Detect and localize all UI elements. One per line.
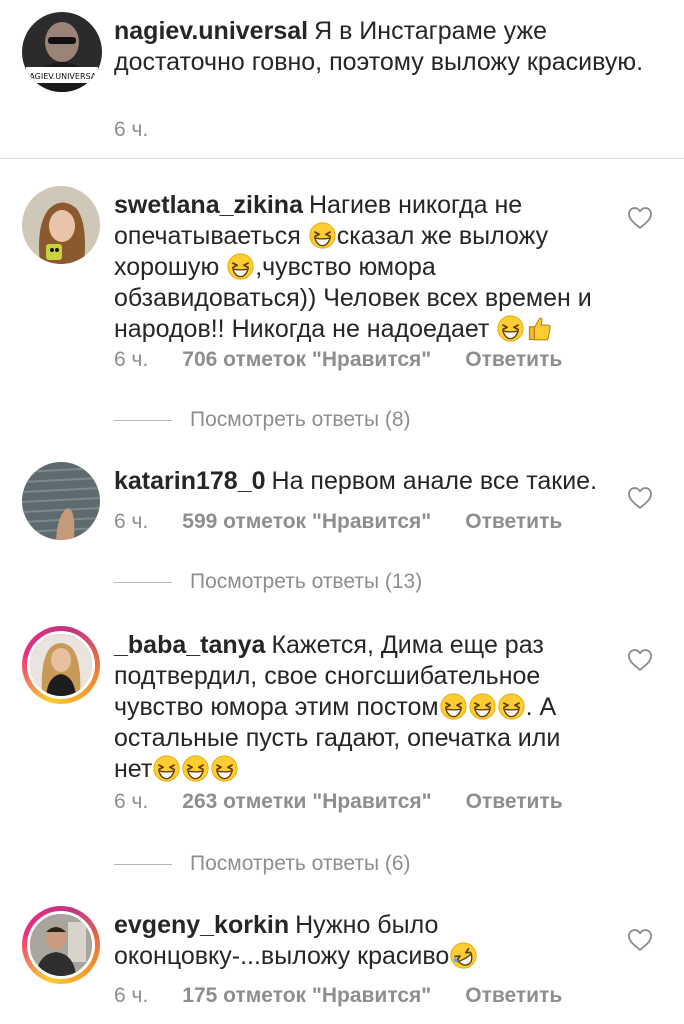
heart-outline-icon[interactable] xyxy=(626,204,654,232)
avatar-image xyxy=(22,462,100,540)
view-replies[interactable]: Посмотреть ответы (13) xyxy=(114,570,422,594)
heart-outline-icon[interactable] xyxy=(626,484,654,512)
view-replies-label: Посмотреть ответы (8) xyxy=(190,408,411,431)
username[interactable]: nagiev.universal xyxy=(114,17,308,45)
comment-text: evgeny_korkin Нужно было оконцовку-...выл… xyxy=(114,910,604,972)
comment-text: _baba_tanya Кажется, Дима еще раз подтвер… xyxy=(114,630,604,785)
caption-meta: 6 ч. xyxy=(114,118,182,142)
avatar-image: NAGIEV.UNIVERSAL xyxy=(22,12,102,92)
reply-button[interactable]: Ответить xyxy=(465,510,562,533)
timestamp: 6 ч. xyxy=(114,118,149,141)
avatar[interactable] xyxy=(22,186,100,264)
grinning-squinting-face-emoji xyxy=(153,755,180,782)
avatar-inner xyxy=(27,911,95,979)
view-replies-label: Посмотреть ответы (6) xyxy=(190,852,411,875)
reply-button[interactable]: Ответить xyxy=(466,790,563,813)
comment-meta: 6 ч. 599 отметок "Нравится" Ответить xyxy=(114,510,562,534)
grinning-squinting-face-emoji xyxy=(440,693,467,720)
avatar[interactable] xyxy=(22,462,100,540)
replies-line xyxy=(114,419,172,421)
username[interactable]: _baba_tanya xyxy=(114,631,265,659)
timestamp: 6 ч. xyxy=(114,790,149,813)
grinning-squinting-face-emoji xyxy=(497,315,524,342)
reply-button[interactable]: Ответить xyxy=(465,348,562,371)
comment-meta: 6 ч. 706 отметок "Нравится" Ответить xyxy=(114,348,562,372)
reply-button[interactable]: Ответить xyxy=(465,984,562,1007)
timestamp: 6 ч. xyxy=(114,984,149,1007)
avatar[interactable] xyxy=(22,626,100,704)
likes-count[interactable]: 263 отметки "Нравится" xyxy=(182,790,431,813)
likes-count[interactable]: 599 отметок "Нравится" xyxy=(182,510,431,533)
username[interactable]: swetlana_zikina xyxy=(114,191,303,219)
caption-text: nagiev.universal Я в Инстаграме уже доста… xyxy=(114,16,654,78)
avatar-inner xyxy=(27,631,95,699)
avatar-label: NAGIEV.UNIVERSAL xyxy=(23,72,101,81)
replies-line xyxy=(114,863,172,865)
avatar-image xyxy=(30,914,92,976)
heart-outline-icon[interactable] xyxy=(626,926,654,954)
view-replies-label: Посмотреть ответы (13) xyxy=(190,570,423,593)
username[interactable]: evgeny_korkin xyxy=(114,911,289,939)
rolling-on-floor-laughing-emoji xyxy=(450,942,477,969)
username[interactable]: katarin178_0 xyxy=(114,467,266,495)
replies-line xyxy=(114,581,172,583)
timestamp: 6 ч. xyxy=(114,348,149,371)
grinning-squinting-face-emoji xyxy=(309,222,336,249)
grinning-squinting-face-emoji xyxy=(211,755,238,782)
avatar-image xyxy=(22,186,100,264)
grinning-squinting-face-emoji xyxy=(182,755,209,782)
view-replies[interactable]: Посмотреть ответы (8) xyxy=(114,408,411,432)
heart-outline-icon[interactable] xyxy=(626,646,654,674)
grinning-squinting-face-emoji xyxy=(469,693,496,720)
avatar[interactable]: NAGIEV.UNIVERSAL xyxy=(22,12,102,92)
avatar[interactable] xyxy=(22,906,100,984)
comment-text: katarin178_0 На первом анале все такие. xyxy=(114,466,604,497)
thumbs-up-emoji xyxy=(526,315,553,342)
divider xyxy=(0,158,684,159)
grinning-squinting-face-emoji xyxy=(498,693,525,720)
comment-body: На первом анале все такие. xyxy=(271,467,598,495)
comment-meta: 6 ч. 263 отметки "Нравится" Ответить xyxy=(114,790,563,814)
comment-meta: 6 ч. 175 отметок "Нравится" Ответить xyxy=(114,984,562,1008)
grinning-squinting-face-emoji xyxy=(227,253,254,280)
avatar-image xyxy=(30,634,92,696)
view-replies[interactable]: Посмотреть ответы (6) xyxy=(114,852,411,876)
timestamp: 6 ч. xyxy=(114,510,149,533)
comment-text: swetlana_zikina Нагиев никогда не опечаты… xyxy=(114,190,604,345)
likes-count[interactable]: 175 отметок "Нравится" xyxy=(182,984,431,1007)
likes-count[interactable]: 706 отметок "Нравится" xyxy=(182,348,431,371)
